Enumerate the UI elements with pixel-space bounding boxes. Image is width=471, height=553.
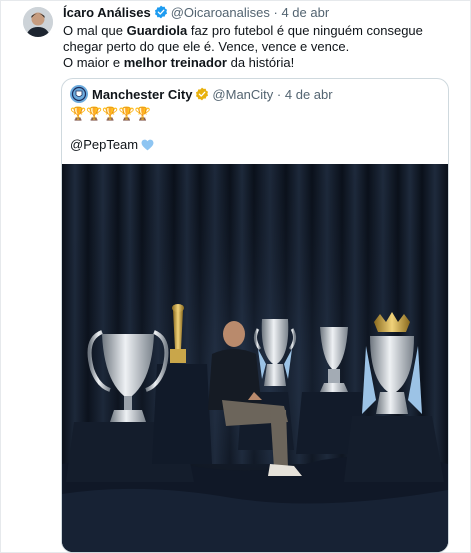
header-separator: ·	[273, 5, 278, 20]
author-name[interactable]: Ícaro Análises	[63, 5, 151, 20]
tweet-text: O mal que Guardiola faz pro futebol é qu…	[63, 23, 463, 71]
verified-badge-icon	[154, 5, 168, 23]
text-bold-segment: melhor treinador	[123, 55, 227, 70]
peptem-mention-link[interactable]: @PepTeam	[70, 137, 138, 152]
photo-illustration	[62, 164, 448, 552]
text-bold-segment: Guardiola	[126, 23, 188, 38]
quoted-handle[interactable]: @ManCity	[212, 87, 273, 102]
text-segment: O maior e	[63, 55, 124, 70]
tweet-text-line2: O maior e melhor treinador da história!	[63, 55, 463, 71]
tweet-date[interactable]: 4 de abr	[281, 5, 329, 20]
light-blue-heart-icon	[141, 139, 154, 155]
quoted-photo[interactable]	[62, 164, 448, 552]
tweet-header: Ícaro Análises @Oicaroanalises · 4 de abr	[63, 5, 329, 23]
text-segment: O mal que	[63, 23, 127, 38]
trophy-emojis: 🏆🏆🏆🏆🏆	[70, 106, 151, 121]
verified-badge-icon	[195, 87, 209, 105]
quoted-separator: ·	[276, 87, 282, 102]
text-segment: da história!	[226, 55, 295, 70]
quoted-tweet[interactable]: Manchester City @ManCity · 4 de abr 🏆🏆🏆🏆🏆…	[61, 78, 449, 553]
quoted-header: Manchester City @ManCity · 4 de abr	[70, 85, 333, 105]
quoted-text: @PepTeam	[70, 137, 154, 155]
tweet-text-line1: O mal que Guardiola faz pro futebol é qu…	[63, 23, 463, 55]
quoted-date[interactable]: 4 de abr	[285, 87, 333, 102]
tweet-card[interactable]: Ícaro Análises @Oicaroanalises · 4 de abr…	[0, 0, 471, 553]
quoted-author-name[interactable]: Manchester City	[92, 87, 192, 102]
author-handle[interactable]: @Oicaroanalises	[171, 5, 270, 20]
author-avatar[interactable]	[23, 7, 53, 37]
mancity-crest-avatar[interactable]	[70, 85, 88, 103]
